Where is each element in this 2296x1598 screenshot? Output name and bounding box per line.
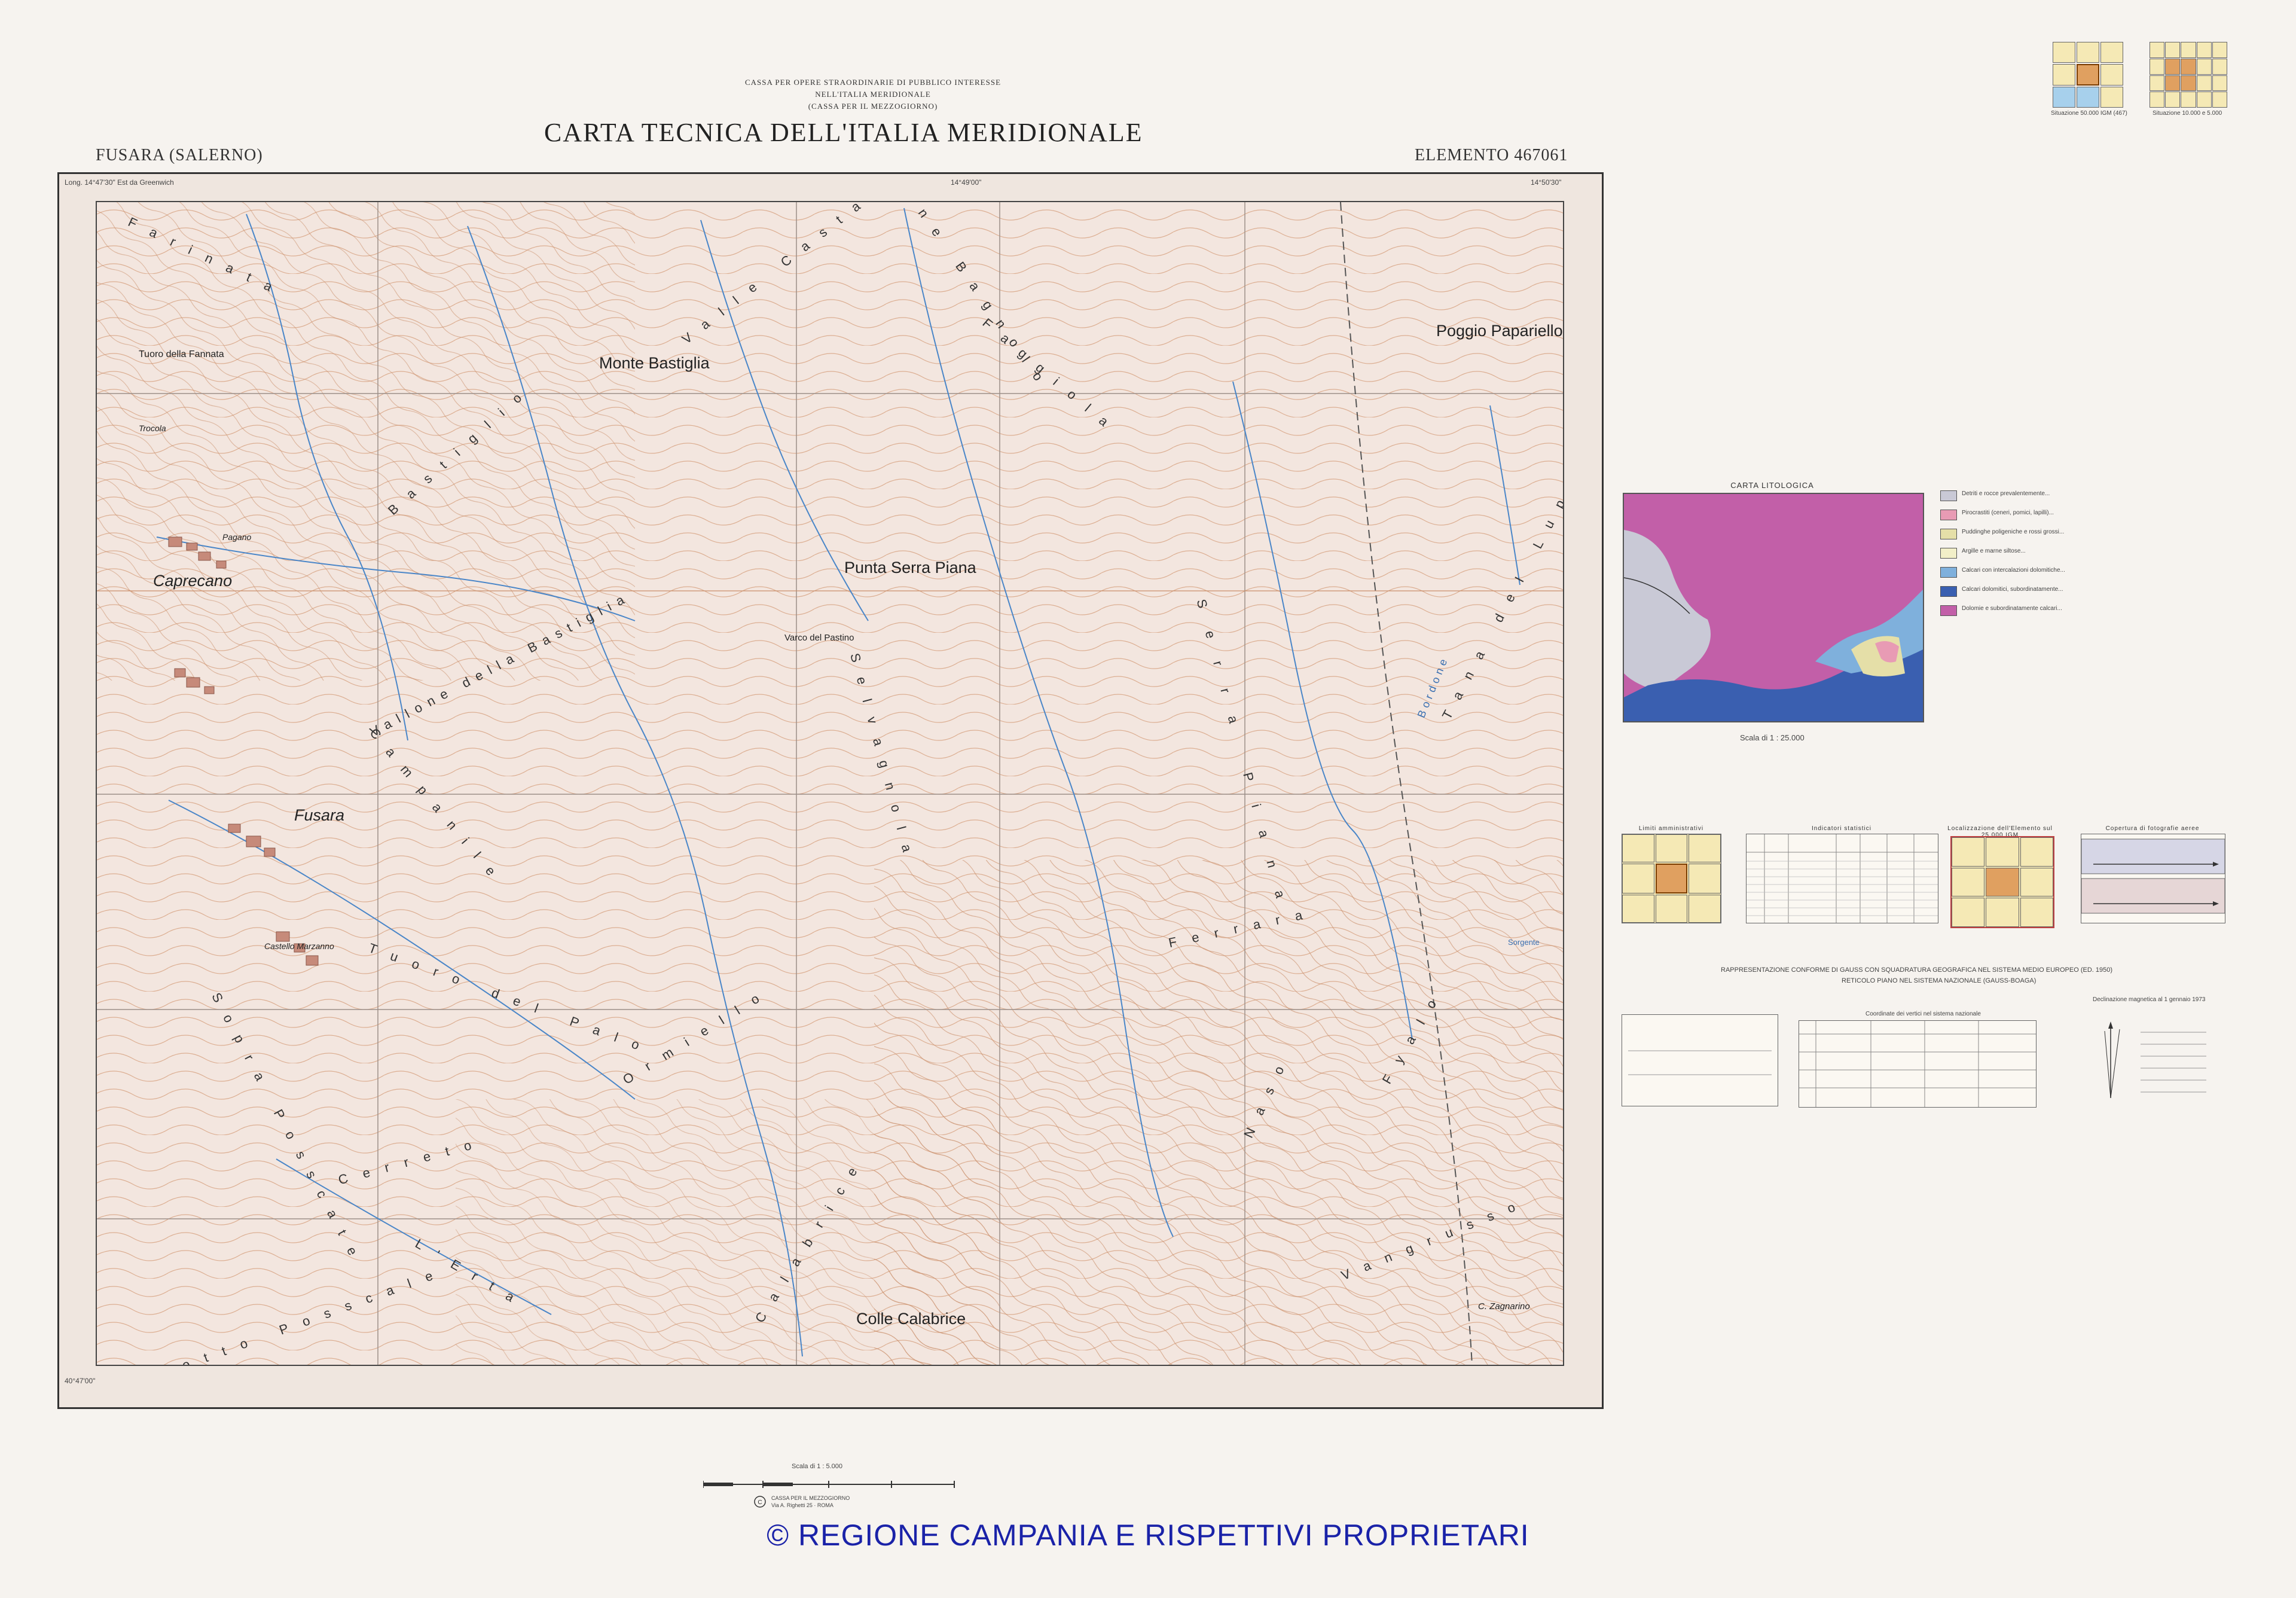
legend-row: Puddinghe poligeniche e rossi grossi...	[1940, 529, 2227, 539]
place-colle-calabrice[interactable]: Colle Calabrice	[856, 1310, 966, 1328]
declinazione-text: Declinazione magnetica al 1 gennaio 1973	[2093, 996, 2206, 1003]
coord-vertici-title: Coordinate dei vertici nel sistema nazio…	[1866, 1011, 1981, 1017]
rappresentazione-text: RAPPRESENTAZIONE CONFORME DI GAUSS CON S…	[1721, 966, 2113, 974]
header-line3: (CASSA PER IL MEZZOGIORNO)	[808, 102, 938, 111]
legend-row: Calcari dolomitici, subordinatamente...	[1940, 586, 2227, 597]
place-trocola[interactable]: Trocola	[139, 423, 166, 433]
indicatori-table	[1746, 834, 1938, 923]
publisher-address: Via A. Righetti 25 · ROMA	[771, 1502, 833, 1508]
copertura-title: Copertura di fotografie aeree	[2105, 825, 2200, 832]
coord-vertici-table	[1799, 1020, 2037, 1108]
sheet-name: FUSARA (SALERNO)	[96, 146, 263, 164]
situation-grid-50000	[2053, 42, 2123, 108]
lito-legend: Detriti e rocce prevalentemente... Piroc…	[1940, 490, 2227, 616]
coord-top-mid: 14°49'00"	[951, 178, 982, 187]
copertura-panel	[2081, 834, 2225, 923]
reticolo-text: RETICOLO PIANO NEL SISTEMA NAZIONALE (GA…	[1842, 977, 2037, 984]
north-arrow-icon	[2104, 1021, 2206, 1099]
situation-50000-label: Situazione 50.000 IGM (467)	[2051, 110, 2127, 117]
element-number: ELEMENTO 467061	[1415, 146, 1568, 164]
place-c-zagnarino[interactable]: C. Zagnarino	[1478, 1301, 1530, 1312]
header-line2: NELL'ITALIA MERIDIONALE	[815, 90, 931, 99]
place-caprecano[interactable]: Caprecano	[153, 572, 232, 590]
legend-row: Argille e marne siltose...	[1940, 548, 2227, 559]
map-title: CARTA TECNICA DELL'ITALIA MERIDIONALE	[544, 118, 1143, 147]
localizzazione-grid	[1950, 836, 2054, 928]
place-pagano[interactable]: Pagano	[222, 532, 251, 542]
publisher: CASSA PER IL MEZZOGIORNO	[771, 1495, 850, 1501]
trasformazione-box	[1622, 1014, 1778, 1106]
lito-scale-label: Scala di 1 : 25.000	[1740, 733, 1805, 742]
place-monte-bastiglia[interactable]: Monte Bastiglia	[599, 354, 710, 373]
place-varco-pastino[interactable]: Varco del Pastino	[784, 633, 854, 643]
situation-grid-10000	[2150, 42, 2227, 108]
situation-10000-label: Situazione 10.000 e 5.000	[2152, 110, 2222, 117]
place-sorgente[interactable]: Sorgente	[1508, 938, 1540, 947]
legend-row: Dolomie e subordinatamente calcari...	[1940, 605, 2227, 616]
carta-litologica-map[interactable]	[1623, 493, 1924, 722]
coord-top-right: 14°50'30"	[1531, 178, 1562, 187]
place-punta-serra-piana[interactable]: Punta Serra Piana	[844, 559, 976, 577]
limiti-title: Limiti amministrativi	[1638, 825, 1704, 832]
copyright-notice: © REGIONE CAMPANIA E RISPETTIVI PROPRIET…	[767, 1518, 1529, 1552]
scale-bar	[703, 1481, 955, 1488]
place-fusara[interactable]: Fusara	[294, 806, 344, 825]
cassa-logo-icon: C	[754, 1496, 766, 1508]
header-line1: CASSA PER OPERE STRAORDINARIE DI PUBBLIC…	[744, 78, 1002, 87]
legend-row: Pirocrastiti (ceneri, pomici, lapilli)..…	[1940, 510, 2227, 520]
legend-row: Detriti e rocce prevalentemente...	[1940, 490, 2227, 501]
carta-litologica-title: CARTA LITOLOGICA	[1730, 481, 1814, 490]
svg-text:C: C	[758, 1499, 762, 1506]
legend-row: Calcari con intercalazioni dolomitiche..…	[1940, 567, 2227, 578]
coord-top-left: Long. 14°47'30" Est da Greenwich	[65, 178, 174, 187]
place-castello-marzanno[interactable]: Castello Marzanno	[264, 941, 334, 951]
topographic-map[interactable]: Monte Bastiglia Poggio Papariello Punta …	[96, 201, 1564, 1366]
indicatori-title: Indicatori statistici	[1812, 825, 1871, 832]
place-tuoro-fannata[interactable]: Tuoro della Fannata	[139, 349, 224, 360]
place-poggio-papariello[interactable]: Poggio Papariello	[1436, 322, 1563, 340]
coord-bottom-left: 40°47'00"	[65, 1377, 96, 1385]
scale-label: Scala di 1 : 5.000	[792, 1463, 843, 1470]
limiti-grid	[1622, 834, 1721, 923]
